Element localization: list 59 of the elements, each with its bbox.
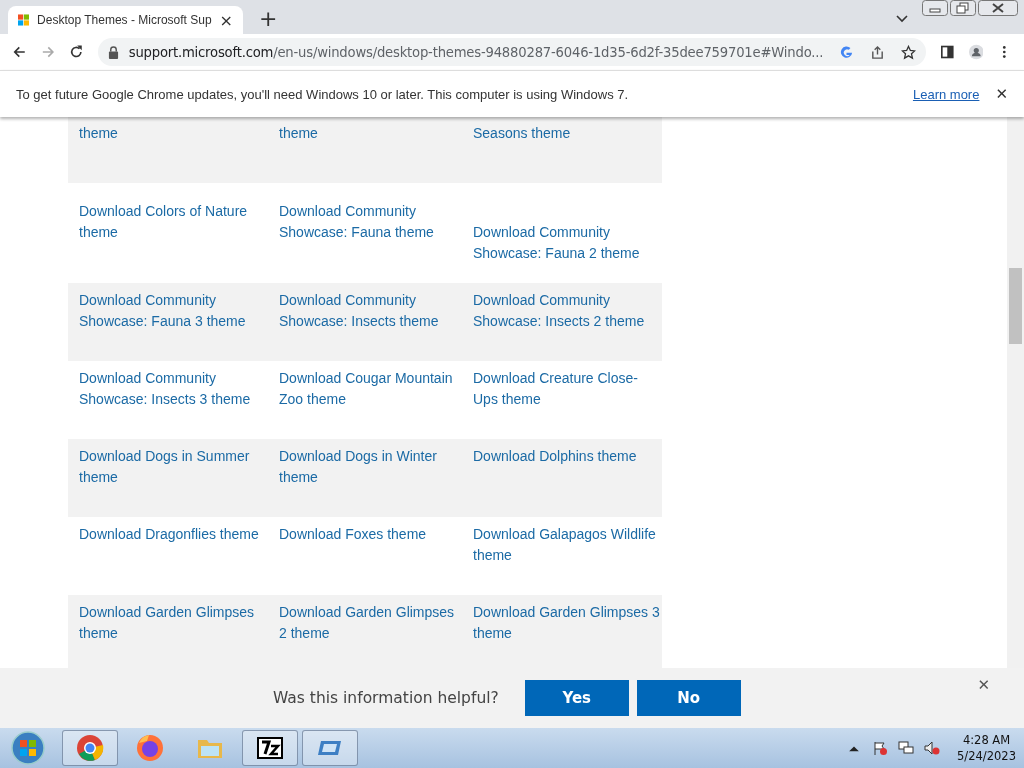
theme-download-link[interactable]: Download Creature Close-Ups theme <box>473 368 661 410</box>
url-host: support.microsoft.com <box>128 44 274 60</box>
theme-download-link[interactable]: Download Foxes theme <box>279 524 461 545</box>
theme-download-link[interactable]: Download Colors of Nature theme <box>79 201 267 243</box>
start-button[interactable] <box>10 730 46 766</box>
url-path: /en-us/windows/desktop-themes-94880287-6046-1d35-6d2f-35dee759701e#Windo... <box>273 44 824 60</box>
new-tab-button[interactable]: + <box>259 7 278 31</box>
theme-download-link[interactable]: Download Galapagos Wildlife theme <box>473 524 661 566</box>
chrome-taskbar-button[interactable] <box>62 730 118 766</box>
no-button[interactable]: No <box>636 680 741 716</box>
theme-download-link[interactable]: Download Dolphins theme <box>473 446 661 467</box>
update-warning-message: To get future Google Chrome updates, you'll need Windows 10 or later. This computer is using Windows 7. <box>16 86 630 102</box>
feedback-question: Was this information helpful? <box>273 689 499 707</box>
chrome-logo-icon <box>75 733 105 763</box>
theme-download-link[interactable]: Download Community Showcase: Insects 2 theme <box>473 290 661 332</box>
tab-title: Desktop Themes - Microsoft Sup <box>37 13 212 27</box>
theme-download-link[interactable]: theme <box>279 123 461 144</box>
flag-icon[interactable] <box>872 740 889 756</box>
theme-download-link[interactable]: Download Community Showcase: Fauna theme <box>279 201 461 243</box>
theme-download-link[interactable]: Download Dragonflies theme <box>79 524 267 545</box>
theme-download-link[interactable]: Download Community Showcase: Insects theme <box>279 290 461 332</box>
theme-download-link[interactable]: Download Garden Glimpses 3 theme <box>473 602 661 644</box>
tab-search-icon[interactable] <box>896 15 908 23</box>
minimize-button[interactable] <box>922 0 948 16</box>
share-icon[interactable] <box>870 44 886 60</box>
windows-logo-icon <box>18 12 30 28</box>
close-infobar-button[interactable]: ✕ <box>995 85 1008 103</box>
reload-button[interactable] <box>69 44 84 60</box>
restore-button[interactable] <box>950 0 976 16</box>
close-window-button[interactable] <box>978 0 1018 16</box>
close-tab-button[interactable]: × <box>219 10 233 30</box>
theme-download-link[interactable]: Download Garden Glimpses 2 theme <box>279 602 461 644</box>
scrollbar-thumb[interactable] <box>1009 268 1022 344</box>
network-icon[interactable] <box>898 740 915 756</box>
firefox-logo-icon <box>135 733 165 763</box>
theme-download-link[interactable]: Download Dogs in Summer theme <box>79 446 267 488</box>
close-feedback-button[interactable]: ✕ <box>977 676 990 694</box>
theme-download-link[interactable]: Seasons theme <box>473 123 661 144</box>
learn-more-link[interactable]: Learn more <box>912 86 980 102</box>
clock[interactable]: 4:28 AM 5/24/2023 <box>957 732 1016 764</box>
side-panel-icon[interactable] <box>940 44 955 60</box>
address-bar[interactable]: support.microsoft.com/en-us/windows/desktop-themes-94880287-6046-1d35-6d2f-35dee759701e#Windo... <box>97 38 927 66</box>
theme-download-link[interactable]: Download Dogs in Winter theme <box>279 446 461 488</box>
theme-download-link[interactable]: Download Community Showcase: Insects 3 theme <box>79 368 267 410</box>
theme-download-link[interactable]: Download Community Showcase: Fauna 2 theme <box>473 222 661 264</box>
theme-download-link[interactable]: Download Community Showcase: Fauna 3 theme <box>79 290 267 332</box>
theme-download-link[interactable]: Download Cougar Mountain Zoo theme <box>279 368 461 410</box>
theme-download-link[interactable]: theme <box>79 123 267 144</box>
star-icon[interactable] <box>901 44 917 60</box>
scrollbar[interactable] <box>1007 117 1024 668</box>
yes-button[interactable]: Yes <box>524 680 629 716</box>
browser-tab[interactable]: Desktop Themes - Microsoft Sup × <box>8 6 243 34</box>
back-button[interactable] <box>12 44 27 60</box>
profile-avatar-icon[interactable] <box>968 44 984 60</box>
google-logo-icon[interactable] <box>839 44 855 60</box>
muted-speaker-icon[interactable] <box>924 740 941 756</box>
7zip-taskbar-button[interactable] <box>242 730 298 766</box>
lock-icon <box>107 45 119 59</box>
theme-download-link[interactable]: Download Garden Glimpses theme <box>79 602 267 644</box>
